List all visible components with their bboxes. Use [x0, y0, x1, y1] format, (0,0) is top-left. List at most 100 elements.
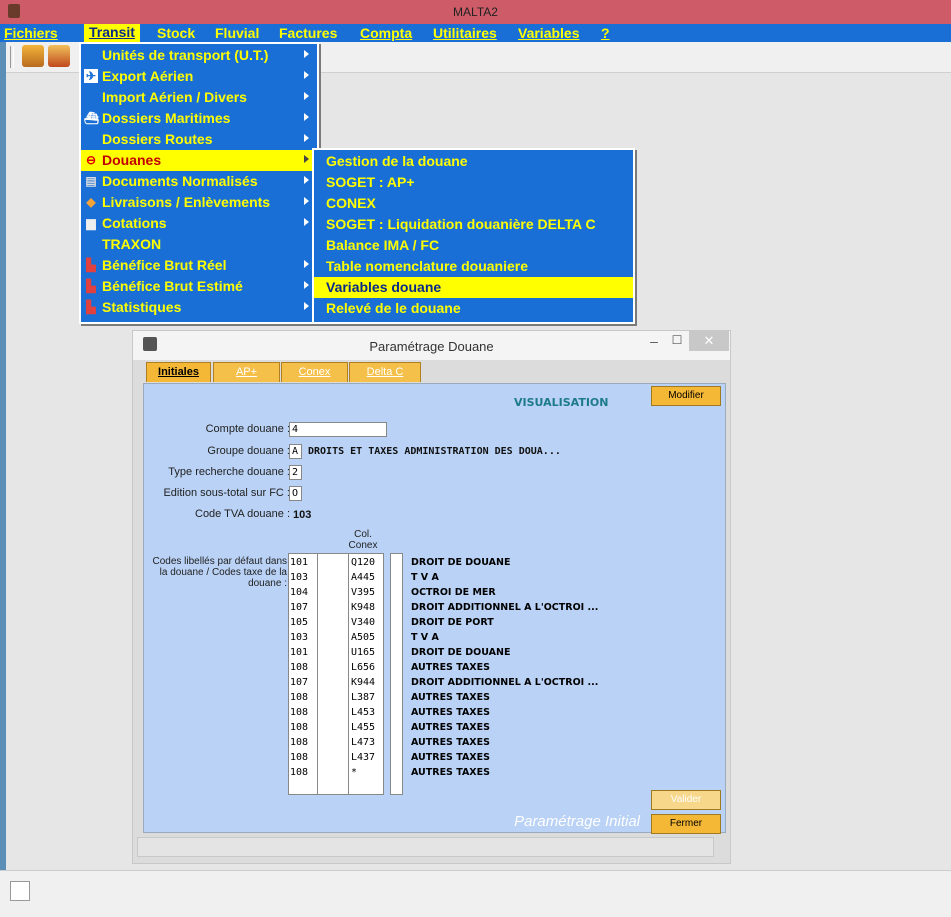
menu-item-benefice-estime[interactable]: ▙ Bénéfice Brut Estimé — [81, 276, 317, 297]
code-cell[interactable]: 108 — [290, 735, 308, 750]
code-cell[interactable]: 107 — [290, 675, 308, 690]
submenu-item-soget-ap[interactable]: SOGET : AP+ — [314, 172, 633, 193]
status-checkbox[interactable] — [10, 881, 30, 901]
conex-cell[interactable]: V395 — [351, 585, 375, 600]
menu-item-benefice-reel[interactable]: ▙ Bénéfice Brut Réel — [81, 255, 317, 276]
conex-cell[interactable]: L437 — [351, 750, 375, 765]
menu-item-documents-normalises[interactable]: ▤ Documents Normalisés — [81, 171, 317, 192]
menu-item-label: Import Aérien / Divers — [102, 89, 247, 105]
app-title: MALTA2 — [453, 5, 498, 19]
menu-factures-label: Factures — [279, 25, 338, 41]
folder-icon: ▆ — [86, 216, 96, 230]
menu-stock[interactable]: Stock — [157, 25, 195, 41]
document-icon: ▤ — [85, 174, 97, 188]
submenu-item-label: Variables douane — [326, 279, 442, 295]
conex-cell[interactable]: L453 — [351, 705, 375, 720]
code-cell[interactable]: 104 — [290, 585, 308, 600]
conex-cell[interactable]: V340 — [351, 615, 375, 630]
menu-transit[interactable]: Transit — [84, 24, 140, 42]
menu-item-statistiques[interactable]: ▙ Statistiques — [81, 297, 317, 318]
close-button[interactable]: ✕ — [689, 331, 729, 351]
tab-initiales[interactable]: Initiales — [146, 362, 211, 382]
dialog-status-bar — [137, 837, 714, 857]
conex-cell[interactable]: A505 — [351, 630, 375, 645]
code-cell[interactable]: 108 — [290, 660, 308, 675]
code-cell[interactable]: 108 — [290, 765, 308, 780]
bar-chart-icon: ▙ — [86, 279, 96, 293]
submenu-arrow-icon — [304, 113, 309, 121]
menu-compta[interactable]: Compta — [360, 25, 412, 41]
compte-douane-field[interactable]: 4 — [289, 422, 387, 437]
modifier-button[interactable]: Modifier — [651, 386, 721, 406]
submenu-item-gestion[interactable]: Gestion de la douane — [314, 151, 633, 172]
menu-fichiers[interactable]: Fichiers — [4, 25, 58, 41]
conex-cell[interactable]: * — [351, 765, 357, 780]
code-cell[interactable]: 108 — [290, 750, 308, 765]
menu-item-export-aerien[interactable]: ✈ Export Aérien — [81, 66, 317, 87]
conex-cell[interactable]: L656 — [351, 660, 375, 675]
action-panel: Modifier Valider Fermer — [645, 383, 726, 834]
menu-item-douanes[interactable]: ⊖ Douanes — [81, 150, 317, 171]
conex-cell[interactable]: A445 — [351, 570, 375, 585]
transit-menu: Unités de transport (U.T.) ✈ Export Aérie… — [79, 42, 319, 324]
submenu-item-releve[interactable]: Relevé de le douane — [314, 298, 633, 319]
menu-item-traxon[interactable]: TRAXON — [81, 234, 317, 255]
maximize-button[interactable]: ☐ — [667, 333, 687, 353]
menu-item-dossiers-maritimes[interactable]: ⛴ Dossiers Maritimes — [81, 108, 317, 129]
tab-label: Initiales — [158, 366, 199, 378]
type-recherche-field[interactable]: 2 — [289, 465, 302, 480]
menu-item-cotations[interactable]: ▆ Cotations — [81, 213, 317, 234]
submenu-item-conex[interactable]: CONEX — [314, 193, 633, 214]
minimize-button[interactable]: – — [644, 333, 664, 353]
code-cell[interactable]: 108 — [290, 705, 308, 720]
code-cell[interactable]: 101 — [290, 555, 308, 570]
submenu-item-variables-douane[interactable]: Variables douane — [314, 277, 633, 298]
code-cell[interactable]: 108 — [290, 690, 308, 705]
edition-sous-total-field[interactable]: O — [289, 486, 302, 501]
code-cell[interactable]: 101 — [290, 645, 308, 660]
code-cell[interactable]: 103 — [290, 630, 308, 645]
menu-fluvial-label: Fluvial — [215, 25, 260, 41]
conex-cell[interactable]: U165 — [351, 645, 375, 660]
menu-factures[interactable]: Factures — [279, 25, 337, 41]
code-cell[interactable]: 107 — [290, 600, 308, 615]
truck-box-icon[interactable] — [22, 45, 44, 67]
submenu-arrow-icon — [304, 281, 309, 289]
submenu-arrow-icon — [304, 50, 309, 58]
flag-column[interactable] — [390, 553, 403, 795]
menu-item-livraisons[interactable]: ◆ Livraisons / Enlèvements — [81, 192, 317, 213]
conex-cell[interactable]: L455 — [351, 720, 375, 735]
submenu-arrow-icon — [304, 71, 309, 79]
conex-cell[interactable]: K944 — [351, 675, 375, 690]
submenu-item-nomenclature[interactable]: Table nomenclature douaniere — [314, 256, 633, 277]
submenu-item-delta-c[interactable]: SOGET : Liquidation douanière DELTA C — [314, 214, 633, 235]
edition-sous-total-label: Edition sous-total sur FC : — [163, 487, 290, 499]
conex-cell[interactable]: L473 — [351, 735, 375, 750]
menu-utilitaires[interactable]: Utilitaires — [433, 25, 497, 41]
groupe-douane-field[interactable]: A — [289, 444, 302, 459]
menu-variables[interactable]: Variables — [518, 25, 580, 41]
conex-cell[interactable]: L387 — [351, 690, 375, 705]
code-cell[interactable]: 103 — [290, 570, 308, 585]
menu-item-label: Bénéfice Brut Réel — [102, 257, 227, 273]
libelle-cell: AUTRES TAXES — [411, 662, 490, 673]
menu-item-import-aerien[interactable]: Import Aérien / Divers — [81, 87, 317, 108]
tab-conex[interactable]: Conex — [281, 362, 348, 382]
code-cell[interactable]: 105 — [290, 615, 308, 630]
conex-cell[interactable]: Q120 — [351, 555, 375, 570]
tab-ap-plus[interactable]: AP+ — [213, 362, 280, 382]
submenu-item-balance-ima[interactable]: Balance IMA / FC — [314, 235, 633, 256]
submenu-arrow-icon — [304, 155, 309, 163]
tab-delta-c[interactable]: Delta C — [349, 362, 421, 382]
menu-help[interactable]: ? — [601, 25, 610, 41]
spacer-column[interactable] — [317, 553, 349, 795]
menu-item-unites-transport[interactable]: Unités de transport (U.T.) — [81, 45, 317, 66]
conex-cell[interactable]: K948 — [351, 600, 375, 615]
valider-button[interactable]: Valider — [651, 790, 721, 810]
code-cell[interactable]: 108 — [290, 720, 308, 735]
menu-item-dossiers-routes[interactable]: Dossiers Routes — [81, 129, 317, 150]
type-recherche-label: Type recherche douane : — [168, 466, 290, 478]
document-stack-icon[interactable] — [48, 45, 70, 67]
fermer-button[interactable]: Fermer — [651, 814, 721, 834]
menu-fluvial[interactable]: Fluvial — [215, 25, 259, 41]
